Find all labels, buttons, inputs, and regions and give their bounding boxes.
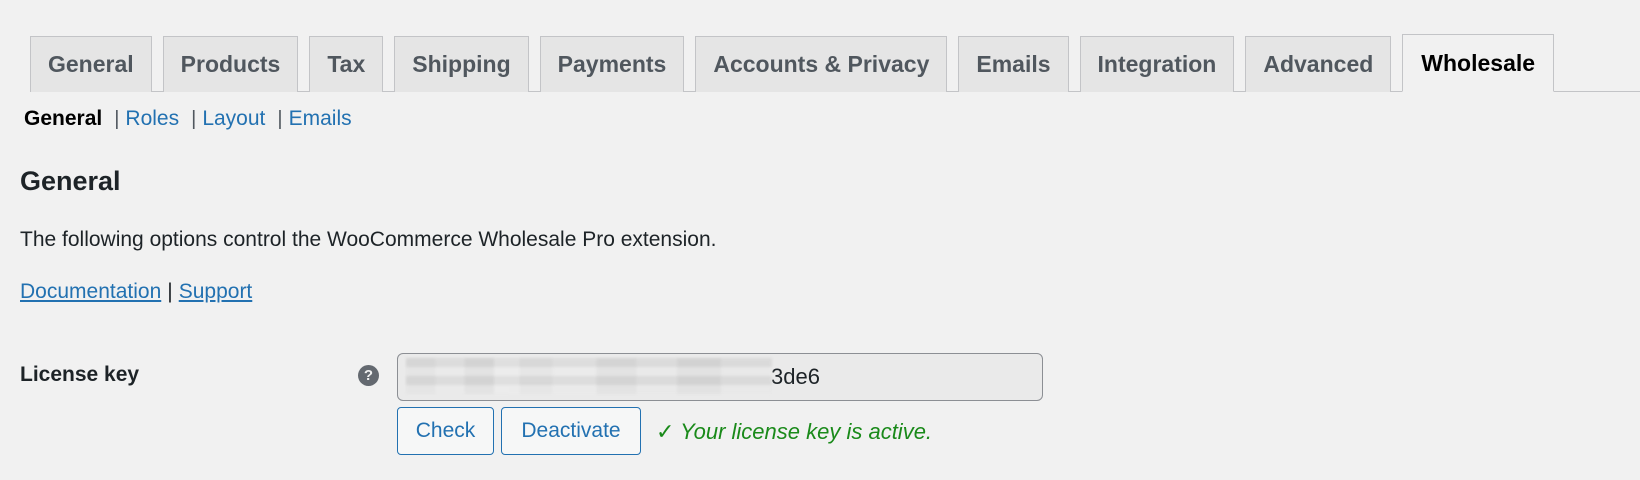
tab-advanced[interactable]: Advanced <box>1245 36 1392 92</box>
license-key-field-wrapper <box>397 353 1043 401</box>
subnav-separator: | <box>277 107 283 130</box>
tab-products[interactable]: Products <box>162 36 299 92</box>
tab-payments[interactable]: Payments <box>539 36 685 92</box>
help-links: Documentation | Support <box>20 280 252 304</box>
license-key-input[interactable] <box>398 354 1042 400</box>
subnav-separator: | <box>191 107 197 130</box>
license-status-message: ✓ Your license key is active. <box>656 419 933 444</box>
subnav-link-emails[interactable]: Emails <box>289 107 352 131</box>
subnav-link-roles[interactable]: Roles <box>125 107 179 131</box>
support-link[interactable]: Support <box>179 280 253 303</box>
license-key-label: License key <box>20 363 140 386</box>
question-circle-icon[interactable]: ? <box>358 365 379 386</box>
settings-tab-bar: General Products Tax Shipping Payments A… <box>30 33 1640 92</box>
tab-tax[interactable]: Tax <box>309 36 384 92</box>
check-license-button[interactable]: Check <box>397 407 494 455</box>
link-separator: | <box>167 280 173 303</box>
tab-accounts-privacy[interactable]: Accounts & Privacy <box>695 36 948 92</box>
tab-shipping[interactable]: Shipping <box>394 36 529 92</box>
page-title: General <box>20 166 121 196</box>
subnav-separator: | <box>114 107 120 130</box>
deactivate-license-button[interactable]: Deactivate <box>501 407 641 455</box>
tab-wholesale[interactable]: Wholesale <box>1402 34 1555 92</box>
documentation-link[interactable]: Documentation <box>20 280 161 303</box>
tab-integration[interactable]: Integration <box>1079 36 1235 92</box>
tab-emails[interactable]: Emails <box>958 36 1069 92</box>
section-description: The following options control the WooCom… <box>20 228 717 251</box>
subnav-current-general: General <box>24 107 103 130</box>
sub-navigation: General | Roles | Layout | Emails <box>24 107 352 131</box>
subnav-link-layout[interactable]: Layout <box>202 107 265 131</box>
tab-general[interactable]: General <box>30 36 152 92</box>
